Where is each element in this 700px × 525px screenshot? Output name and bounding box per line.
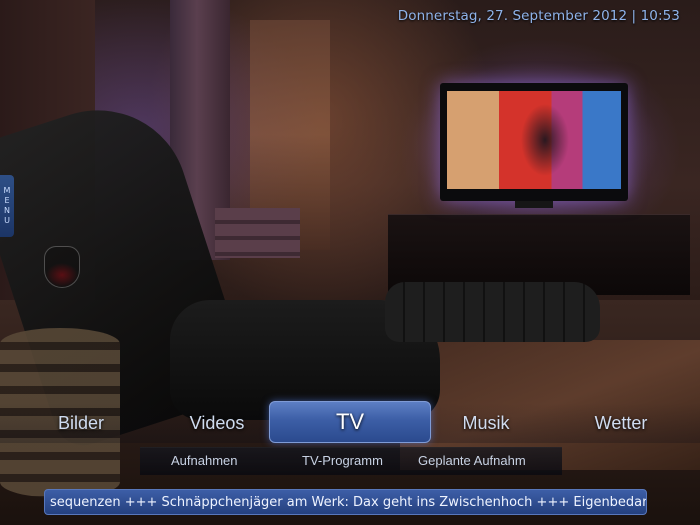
date-time-display: Donnerstag, 27. September 2012 | 10:53	[397, 8, 680, 24]
news-ticker: sequenzen +++ Schnäppchenjäger am Werk: …	[44, 489, 647, 515]
steps	[215, 208, 300, 258]
sub-item-geplante-aufnahmen[interactable]: Geplante Aufnahm	[418, 447, 548, 474]
menu-letter: U	[4, 216, 10, 225]
menu-letter: E	[4, 196, 10, 205]
news-ticker-text: sequenzen +++ Schnäppchenjäger am Werk: …	[50, 494, 647, 510]
menu-letter: N	[4, 206, 10, 215]
tv-base	[515, 201, 553, 208]
menu-letter: M	[3, 186, 11, 195]
nav-item-wetter[interactable]: Wetter	[541, 403, 700, 443]
side-menu-tab[interactable]: M E N U	[0, 175, 14, 237]
ottoman	[385, 282, 600, 342]
sub-item-tv-programm[interactable]: TV-Programm	[302, 447, 383, 474]
wine-glass	[44, 246, 80, 288]
sub-item-aufnahmen[interactable]: Aufnahmen	[171, 447, 238, 474]
tv-screen-figure	[515, 100, 571, 188]
